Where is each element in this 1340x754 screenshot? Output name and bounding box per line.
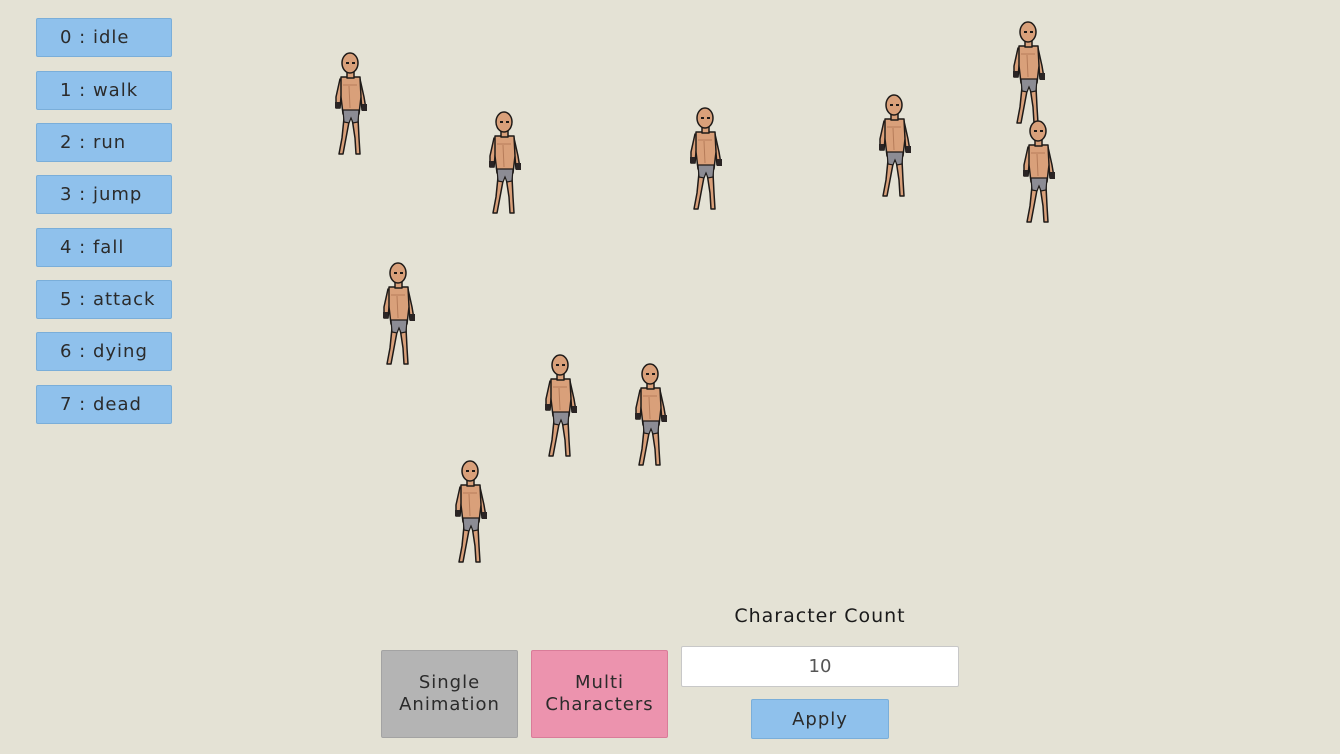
character-sprite <box>1022 120 1056 223</box>
anim-button-dying[interactable]: 6 : dying <box>36 332 172 371</box>
apply-button[interactable]: Apply <box>751 699 889 739</box>
anim-button-label: 1 : walk <box>60 80 139 101</box>
single-animation-button[interactable]: Single Animation <box>381 650 518 738</box>
character-count-input[interactable] <box>681 646 959 687</box>
anim-button-idle[interactable]: 0 : idle <box>36 18 172 57</box>
anim-button-label: 4 : fall <box>60 237 125 258</box>
apply-button-label: Apply <box>792 708 848 730</box>
character-sprite <box>334 52 368 155</box>
character-sprite <box>634 363 668 466</box>
multi-characters-label-line1: Multi <box>575 672 624 693</box>
character-sprite <box>382 262 416 365</box>
multi-characters-button[interactable]: Multi Characters <box>531 650 668 738</box>
anim-button-run[interactable]: 2 : run <box>36 123 172 162</box>
anim-button-label: 3 : jump <box>60 184 143 205</box>
anim-button-label: 7 : dead <box>60 394 142 415</box>
character-sprite <box>454 460 488 563</box>
multi-characters-label-line2: Characters <box>545 694 654 715</box>
character-sprite <box>1012 21 1046 124</box>
anim-button-walk[interactable]: 1 : walk <box>36 71 172 110</box>
character-sprite <box>488 111 522 214</box>
anim-button-label: 6 : dying <box>60 341 148 362</box>
anim-button-attack[interactable]: 5 : attack <box>36 280 172 319</box>
anim-button-dead[interactable]: 7 : dead <box>36 385 172 424</box>
anim-button-label: 5 : attack <box>60 289 156 310</box>
anim-button-fall[interactable]: 4 : fall <box>36 228 172 267</box>
single-animation-label-line2: Animation <box>399 694 500 715</box>
anim-button-jump[interactable]: 3 : jump <box>36 175 172 214</box>
anim-button-label: 2 : run <box>60 132 127 153</box>
character-sprite <box>878 94 912 197</box>
anim-button-label: 0 : idle <box>60 27 130 48</box>
character-count-label: Character Count <box>734 605 906 627</box>
character-sprite <box>689 107 723 210</box>
single-animation-label-line1: Single <box>418 672 481 693</box>
character-sprite <box>544 354 578 457</box>
